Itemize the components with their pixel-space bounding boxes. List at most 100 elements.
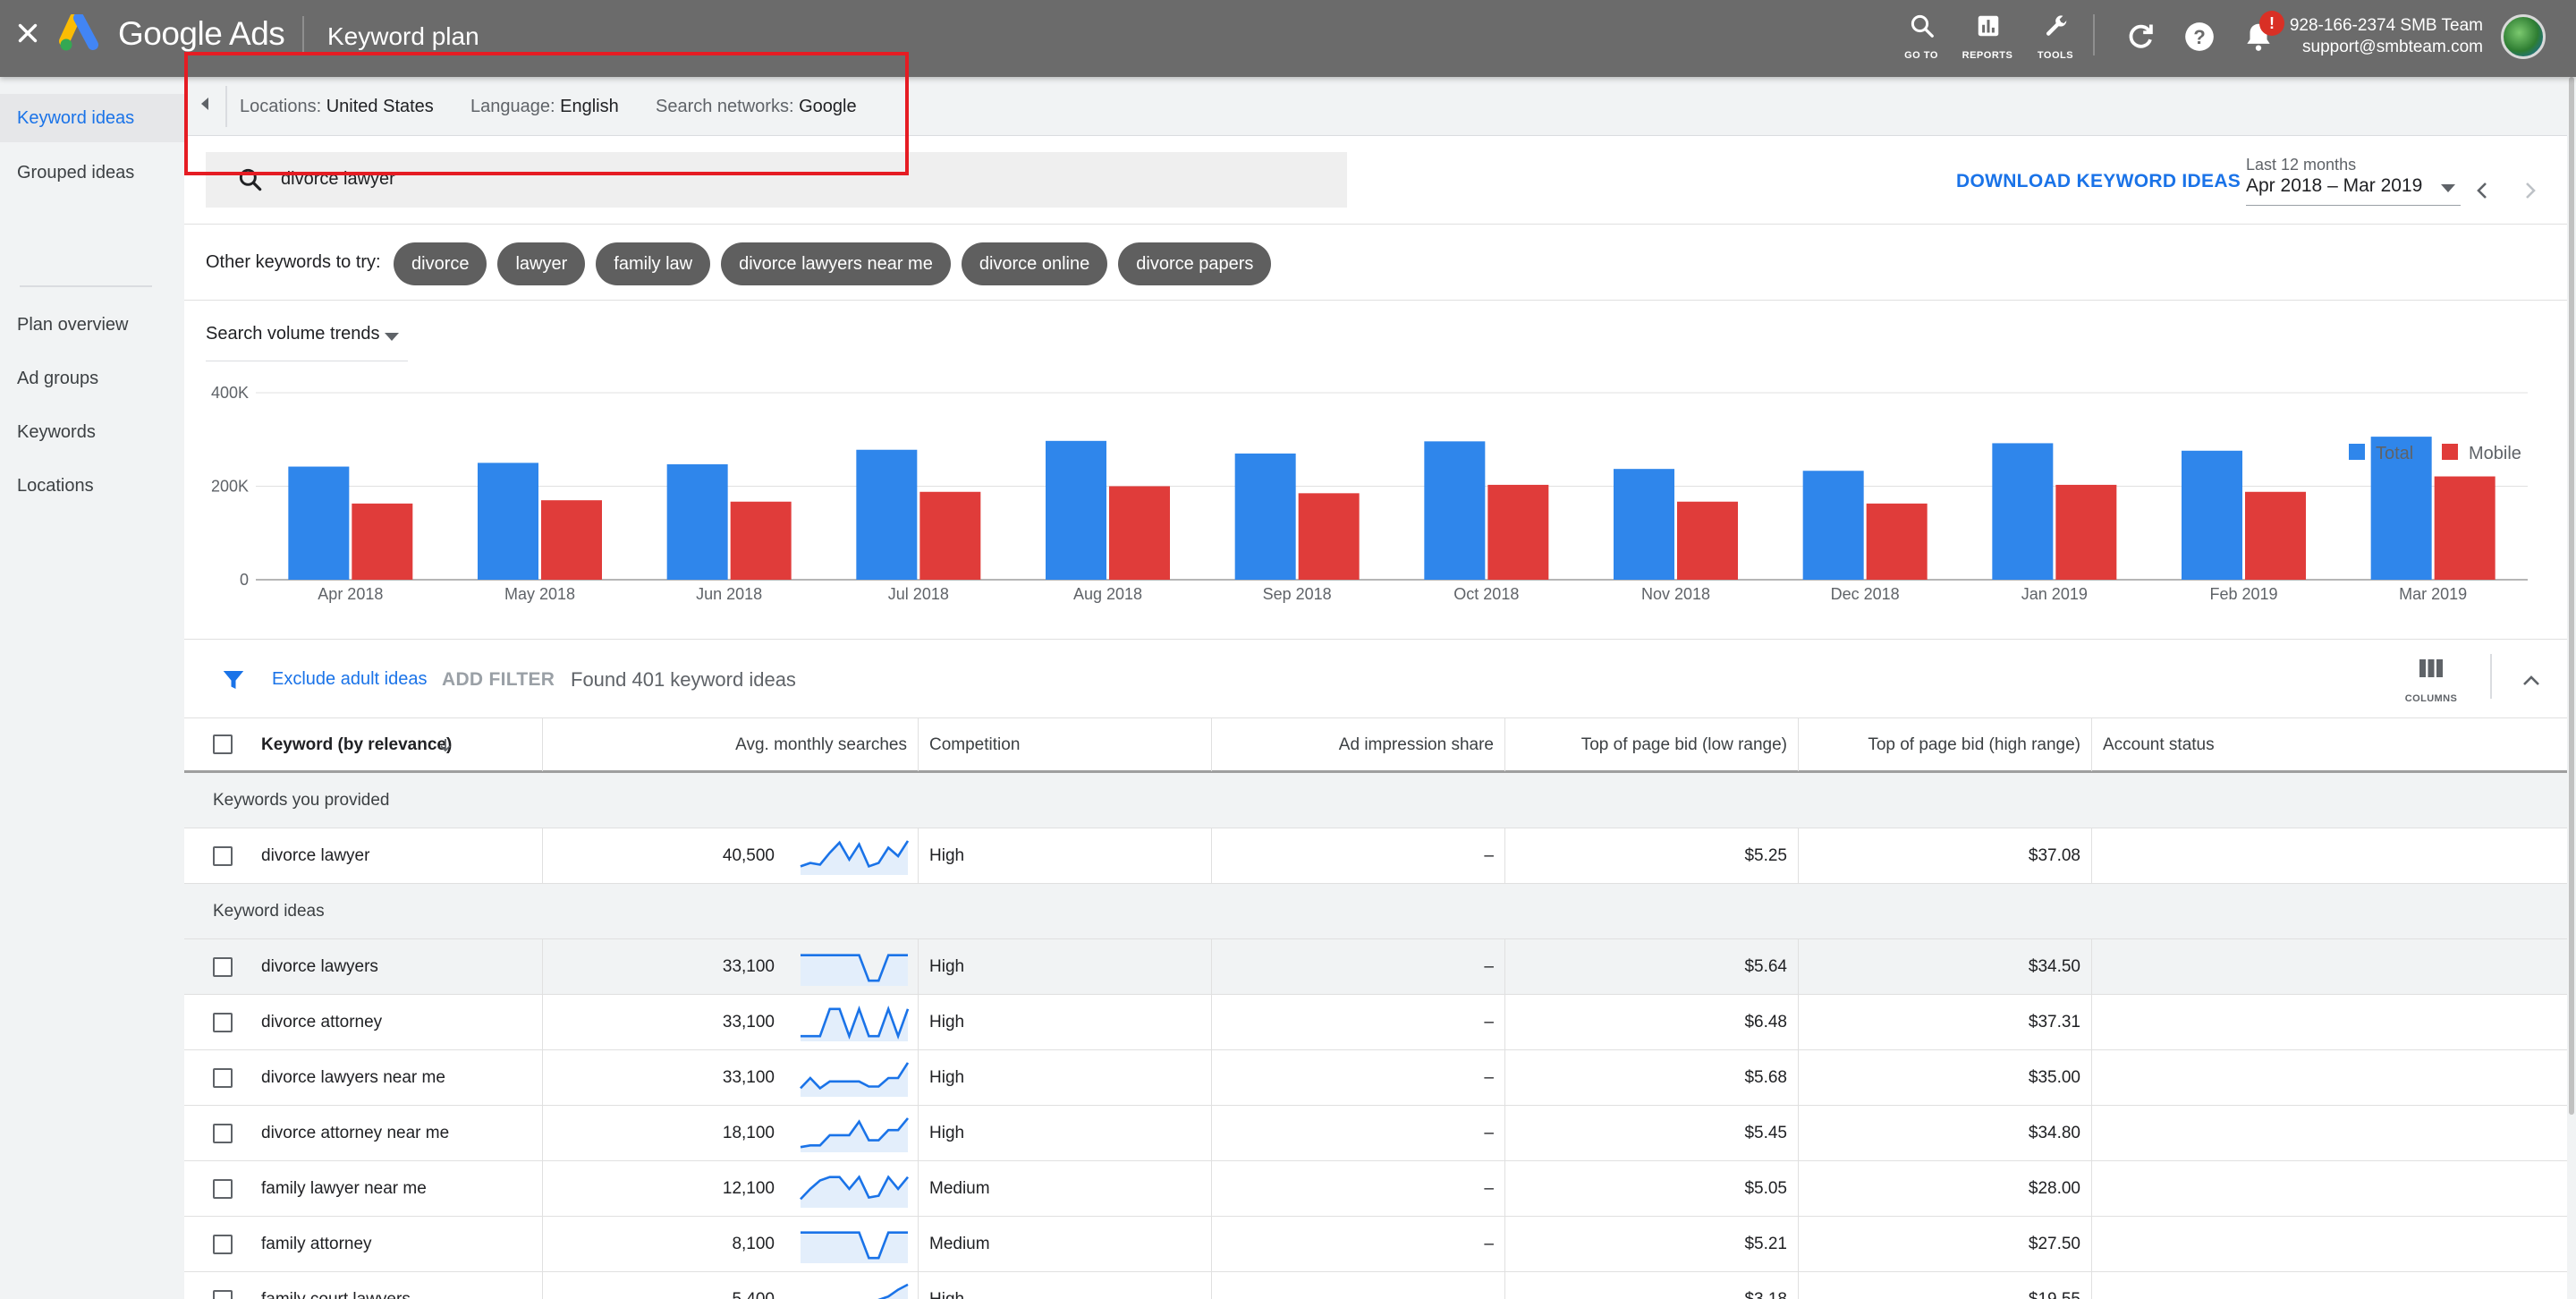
filter-icon[interactable] xyxy=(220,666,247,693)
table-row[interactable]: divorce lawyer 40,500 High – $5.25 $37.08 xyxy=(184,828,2567,884)
keyword-text[interactable]: divorce attorney xyxy=(261,995,382,1049)
row-checkbox[interactable] xyxy=(213,1013,233,1032)
trend-sparkline xyxy=(800,1175,910,1208)
bid-high-cell: $37.08 xyxy=(1798,828,2091,883)
header-competition[interactable]: Competition xyxy=(918,718,1211,771)
keyword-chip[interactable]: divorce lawyers near me xyxy=(721,242,951,285)
keyword-text[interactable]: divorce lawyers xyxy=(261,939,378,994)
scrollbar-thumb[interactable] xyxy=(2569,77,2574,1115)
date-range-label: Last 12 months xyxy=(2246,156,2357,174)
x-tick-label: Oct 2018 xyxy=(1453,585,1519,603)
collapse-chart-button[interactable] xyxy=(2513,663,2549,699)
keyword-text[interactable]: divorce attorney near me xyxy=(261,1106,449,1160)
language-setting[interactable]: Language: English xyxy=(470,97,619,117)
chevron-up-icon xyxy=(2523,675,2539,685)
close-icon[interactable] xyxy=(13,18,43,48)
locations-setting[interactable]: Locations: United States xyxy=(240,97,434,117)
main-content: Locations: United States Language: Engli… xyxy=(184,77,2567,1299)
table-row[interactable]: divorce lawyers near me 33,100 High – $5.68 $… xyxy=(184,1050,2567,1106)
row-checkbox[interactable] xyxy=(213,957,233,977)
row-checkbox[interactable] xyxy=(213,1068,233,1088)
row-checkbox[interactable] xyxy=(213,1290,233,1299)
row-checkbox[interactable] xyxy=(213,1179,233,1199)
account-status-cell xyxy=(2091,939,2567,994)
goto-button[interactable]: GO TO xyxy=(1893,11,1950,64)
bid-low-cell: $3.18 xyxy=(1504,1272,1798,1299)
header-account-status[interactable]: Account status xyxy=(2091,718,2567,771)
avg-searches-cell: 40,500 xyxy=(542,828,918,883)
sidebar-item-locations[interactable]: Locations xyxy=(0,462,184,510)
table-row[interactable]: family attorney 8,100 Medium – $5.21 $27.50 xyxy=(184,1217,2567,1272)
sidebar-item-keywords[interactable]: Keywords xyxy=(0,408,184,456)
x-tick-label: Sep 2018 xyxy=(1263,585,1332,603)
bar-mobile xyxy=(1298,493,1360,580)
table-row[interactable]: divorce lawyers 33,100 High – $5.64 $34.50 xyxy=(184,939,2567,995)
previous-period-button[interactable] xyxy=(2469,175,2496,206)
keyword-chip[interactable]: divorce online xyxy=(961,242,1108,285)
tools-label: TOOLS xyxy=(2037,50,2074,61)
keyword-search-input[interactable]: divorce lawyer xyxy=(206,152,1347,208)
date-range-select[interactable]: Apr 2018 – Mar 2019 xyxy=(2246,175,2461,206)
sidebar-item-keyword-ideas[interactable]: Keyword ideas xyxy=(0,94,184,142)
divider xyxy=(184,224,2567,225)
keyword-chip[interactable]: lawyer xyxy=(497,242,586,285)
header-keyword-col[interactable]: Keyword (by relevance) xyxy=(184,718,542,771)
next-period-button[interactable] xyxy=(2517,175,2544,206)
select-all-checkbox[interactable] xyxy=(213,734,233,754)
account-status-cell xyxy=(2091,1217,2567,1271)
row-checkbox[interactable] xyxy=(213,1235,233,1254)
bar-mobile xyxy=(1866,503,1928,580)
account-email[interactable]: support@smbteam.com xyxy=(2302,38,2483,57)
sidebar-item-plan-overview[interactable]: Plan overview xyxy=(0,301,184,349)
divider xyxy=(2490,654,2492,699)
keyword-text[interactable]: family lawyer near me xyxy=(261,1161,427,1216)
download-keyword-ideas-button[interactable]: DOWNLOAD KEYWORD IDEAS xyxy=(1956,171,2241,192)
header-bid-low[interactable]: Top of page bid (low range) xyxy=(1504,718,1798,771)
sidebar-item-grouped-ideas[interactable]: Grouped ideas xyxy=(0,149,184,197)
table-row[interactable]: divorce attorney near me 18,100 High – $5.45… xyxy=(184,1106,2567,1161)
avg-searches-cell: 8,100 xyxy=(542,1217,918,1271)
idea-rows: divorce lawyers 33,100 High – $5.64 $34.50 div… xyxy=(184,939,2567,1299)
collapse-sidebar-button[interactable] xyxy=(184,77,227,136)
keyword-text[interactable]: family attorney xyxy=(261,1217,372,1271)
keyword-chip[interactable]: divorce papers xyxy=(1118,242,1272,285)
bar-mobile xyxy=(2245,491,2306,580)
sparkline-area xyxy=(881,1284,908,1299)
table-row[interactable]: family court lawyers 5,400 High–$3.18$19.5… xyxy=(184,1272,2567,1299)
keyword-text[interactable]: family court lawyers xyxy=(261,1272,411,1299)
table-row[interactable]: family lawyer near me 12,100 Medium – $5.05 $… xyxy=(184,1161,2567,1217)
avg-searches-value: 18,100 xyxy=(722,1124,775,1142)
refresh-icon[interactable] xyxy=(2123,20,2157,54)
row-checkbox[interactable] xyxy=(213,846,233,866)
search-networks-setting[interactable]: Search networks: Google xyxy=(656,97,857,117)
wrench-icon xyxy=(2046,15,2067,36)
header-bid-high[interactable]: Top of page bid (high range) xyxy=(1798,718,2091,771)
columns-button[interactable]: COLUMNS xyxy=(2401,654,2462,709)
account-name[interactable]: 928-166-2374 SMB Team xyxy=(2290,16,2483,36)
keyword-chip[interactable]: family law xyxy=(596,242,711,285)
tools-button[interactable]: TOOLS xyxy=(2027,11,2084,64)
bid-low-cell: $5.05 xyxy=(1504,1161,1798,1216)
sidebar-item-ad-groups[interactable]: Ad groups xyxy=(0,354,184,403)
keyword-text[interactable]: divorce lawyers near me xyxy=(261,1050,445,1105)
exclude-adult-ideas-filter[interactable]: Exclude adult ideas xyxy=(272,669,427,690)
other-keywords-label: Other keywords to try: xyxy=(206,252,381,272)
keyword-chip[interactable]: divorce xyxy=(394,242,487,285)
reports-button[interactable]: REPORTS xyxy=(1959,11,2016,64)
help-icon[interactable]: ? xyxy=(2182,20,2216,54)
bid-high-cell: $34.50 xyxy=(1798,939,2091,994)
avg-searches-cell: 33,100 xyxy=(542,1050,918,1105)
header-ad-impression-share[interactable]: Ad impression share xyxy=(1211,718,1504,771)
add-filter-button[interactable]: ADD FILTER xyxy=(442,669,555,691)
avatar[interactable] xyxy=(2501,14,2546,59)
account-status-cell xyxy=(2091,1106,2567,1160)
avg-searches-value: 33,100 xyxy=(722,957,775,976)
header-avg-monthly-searches[interactable]: Avg. monthly searches xyxy=(542,718,918,771)
row-checkbox[interactable] xyxy=(213,1124,233,1143)
scrollbar[interactable] xyxy=(2567,77,2576,1299)
keyword-text[interactable]: divorce lawyer xyxy=(261,828,369,883)
bar-total xyxy=(1992,443,2054,580)
table-row[interactable]: divorce attorney 33,100 High – $6.48 $37.31 xyxy=(184,995,2567,1050)
account-status-cell xyxy=(2091,1161,2567,1216)
sparkline-area xyxy=(801,840,908,875)
